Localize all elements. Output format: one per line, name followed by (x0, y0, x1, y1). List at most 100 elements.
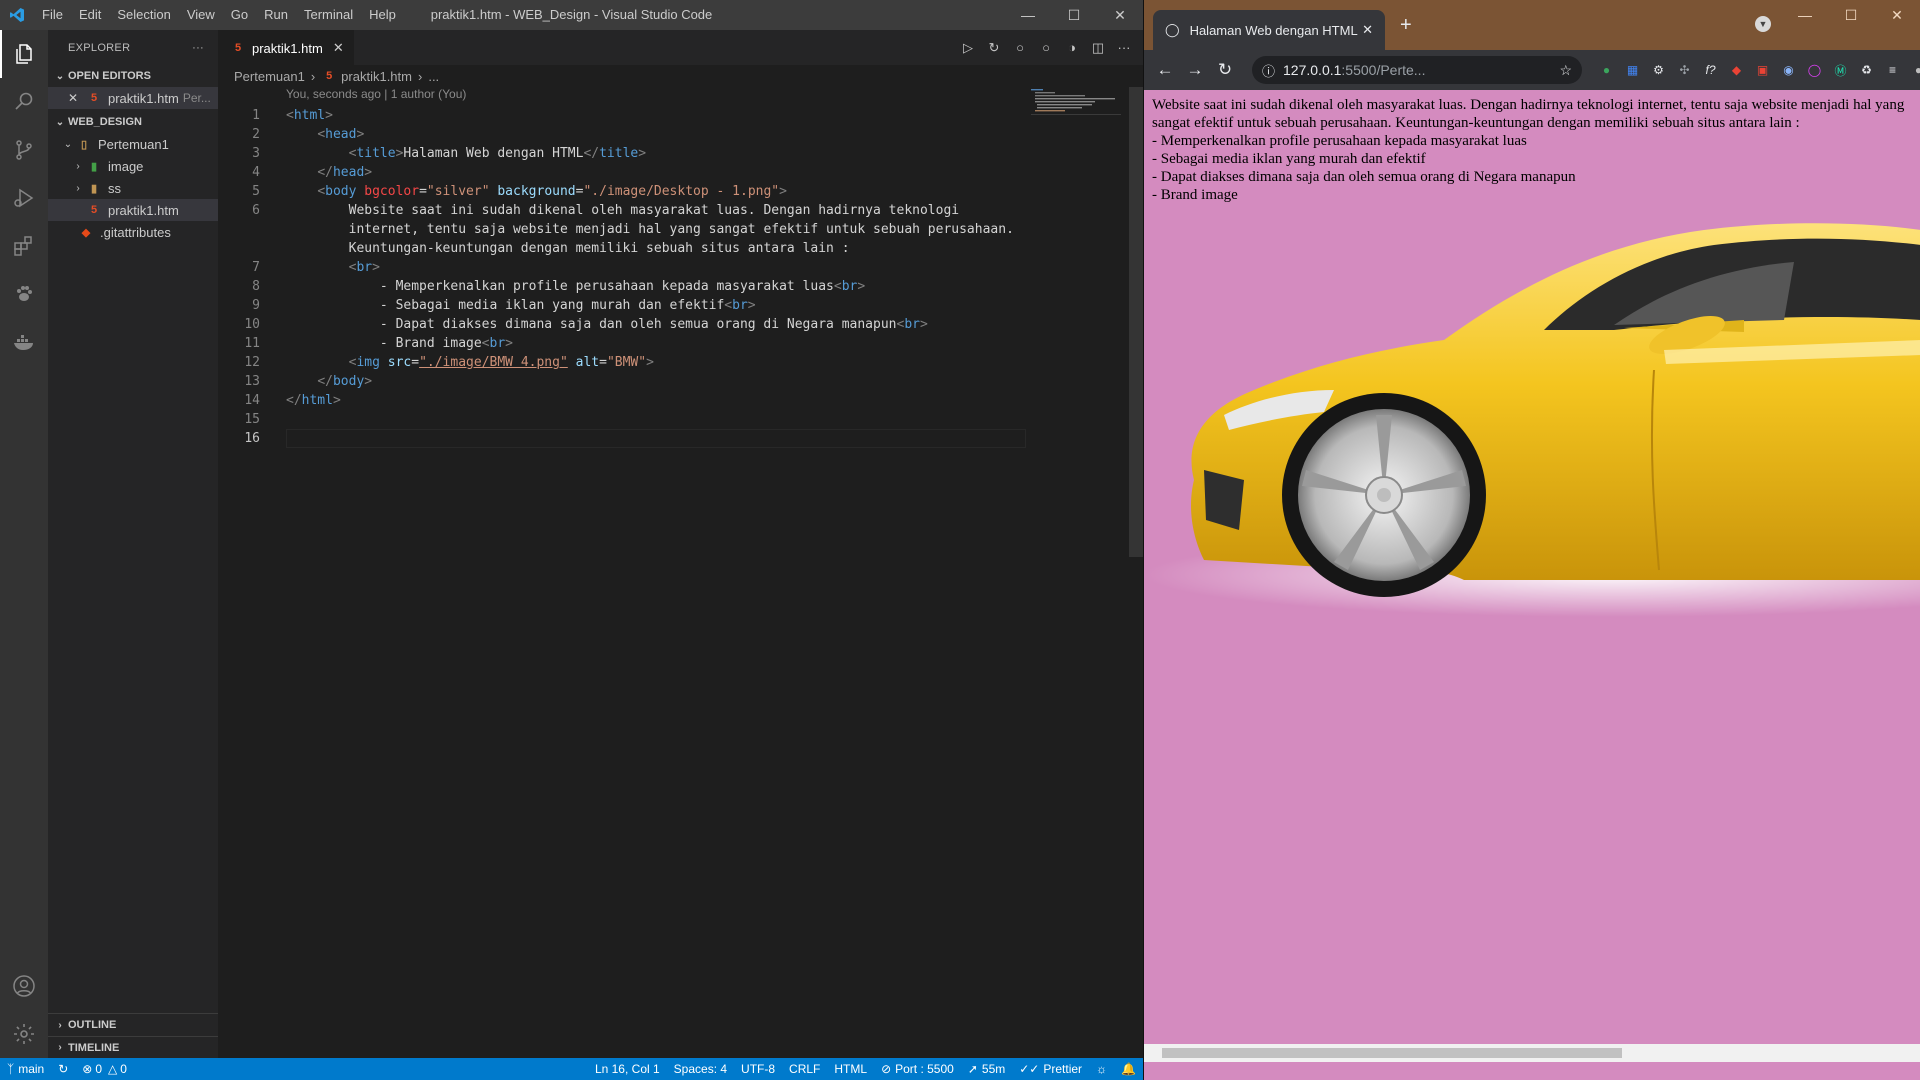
reload-icon[interactable]: ↻ (1210, 60, 1240, 80)
close-editor-icon[interactable]: ✕ (68, 91, 82, 105)
reading-list-icon[interactable]: ≡ (1880, 61, 1905, 79)
run-debug-icon[interactable] (0, 174, 48, 222)
tree-label: praktik1.htm (108, 202, 179, 218)
language-mode[interactable]: HTML (827, 1062, 874, 1076)
breadcrumb-folder[interactable]: Pertemuan1 (234, 69, 305, 84)
extension-edge-icon[interactable]: ● (1594, 61, 1619, 79)
ruler-extension-icon[interactable]: ✣ (1672, 61, 1697, 79)
line-number: 3 (252, 146, 260, 161)
more-actions-icon[interactable]: ··· (192, 42, 204, 54)
code-line: Website saat ini sudah dikenal oleh masy… (348, 203, 960, 218)
sync-icon[interactable]: ↻ (51, 1062, 75, 1076)
close-icon[interactable]: ✕ (1097, 0, 1143, 30)
account-icon[interactable] (0, 962, 48, 1010)
tab-search-icon[interactable]: ▼ (1755, 16, 1771, 32)
extensions-puzzle-icon[interactable]: ♻ (1854, 61, 1879, 79)
open-editor-item[interactable]: ✕ 5 praktik1.htm Per... (48, 87, 218, 109)
tree-file-praktik1[interactable]: 5 praktik1.htm (48, 199, 218, 221)
tab-praktik1[interactable]: 5 praktik1.htm ✕ (218, 30, 354, 65)
live-server-port[interactable]: ⊘ Port : 5500 (874, 1062, 961, 1076)
record-extension-icon[interactable]: ◉ (1776, 61, 1801, 79)
address-bar[interactable]: ⓘ 127.0.0.1:5500/Perte... ☆ (1252, 56, 1582, 84)
color-picker-icon[interactable]: ◆ (1724, 61, 1749, 79)
tree-folder-ss[interactable]: › ▮ ss (48, 177, 218, 199)
menu-go[interactable]: Go (223, 0, 256, 30)
minimize-icon[interactable]: — (1782, 0, 1828, 30)
bookmark-star-icon[interactable]: ☆ (1559, 62, 1572, 79)
maximize-icon[interactable]: ☐ (1051, 0, 1097, 30)
docker-icon[interactable] (0, 318, 48, 366)
close-tab-icon[interactable]: ✕ (1362, 22, 1373, 38)
forward-icon[interactable]: → (1180, 60, 1210, 80)
code-line: <br> (348, 260, 380, 275)
current-line-highlight (286, 429, 1026, 448)
gear-extension-icon[interactable]: ⚙ (1646, 61, 1671, 79)
close-icon[interactable]: ✕ (1874, 0, 1920, 30)
prettier-item[interactable]: ✓✓ Prettier (1012, 1062, 1089, 1076)
browser-tab-strip: ◯ Halaman Web dengan HTML ✕ + ▼ — ☐ ✕ (1144, 0, 1920, 50)
maximize-icon[interactable]: ☐ (1828, 0, 1874, 30)
notifications-icon[interactable]: 🔔 (1114, 1062, 1143, 1076)
more-actions-icon[interactable]: ··· (1111, 40, 1137, 55)
breadcrumb-more[interactable]: ... (428, 69, 439, 84)
minimize-icon[interactable]: — (1005, 0, 1051, 30)
workspace-section[interactable]: ⌄ WEB_DESIGN (48, 111, 218, 133)
tree-folder-image[interactable]: › ▮ image (48, 155, 218, 177)
menu-view[interactable]: View (179, 0, 223, 30)
menu-selection[interactable]: Selection (109, 0, 178, 30)
next-change-icon[interactable]: ○ (1033, 40, 1059, 55)
settings-gear-icon[interactable] (0, 1010, 48, 1058)
feedback-icon[interactable]: ☼ (1089, 1062, 1114, 1076)
chevron-down-icon: ⌄ (55, 116, 65, 128)
tree-folder-pertemuan1[interactable]: ⌄ ▯ Pertemuan1 (48, 133, 218, 155)
function-extension-icon[interactable]: f? (1698, 61, 1723, 79)
menu-help[interactable]: Help (361, 0, 404, 30)
split-editor-icon[interactable]: ◫ (1085, 40, 1111, 56)
menu-terminal[interactable]: Terminal (296, 0, 361, 30)
wakatime-item[interactable]: ➚ 55m (961, 1062, 1012, 1076)
code-line: - Memperkenalkan profile perusahaan kepa… (379, 279, 866, 294)
back-icon[interactable]: ← (1150, 60, 1180, 80)
page-paragraph: Website saat ini sudah dikenal oleh masy… (1152, 97, 1905, 131)
source-control-icon[interactable] (0, 126, 48, 174)
codelens-blame[interactable]: You, seconds ago | 1 author (You) (286, 87, 466, 101)
open-changes-icon[interactable]: ↻ (981, 40, 1007, 56)
problems-item[interactable]: ⊗ 0 △ 0 (75, 1062, 134, 1076)
previous-change-icon[interactable]: ○ (1007, 40, 1033, 55)
menu-file[interactable]: File (34, 0, 71, 30)
minimap[interactable] (1029, 87, 1129, 147)
indentation[interactable]: Spaces: 4 (667, 1062, 734, 1076)
translate-icon[interactable]: ▦ (1620, 61, 1645, 79)
open-editors-section[interactable]: ⌄ OPEN EDITORS (48, 65, 218, 87)
scrollbar-thumb[interactable] (1162, 1048, 1622, 1058)
new-tab-icon[interactable]: + (1400, 14, 1412, 37)
search-icon[interactable] (0, 78, 48, 126)
m-extension-icon[interactable]: Ⓜ (1828, 61, 1853, 79)
breadcrumb-file[interactable]: praktik1.htm (341, 69, 412, 84)
editor-scrollbar[interactable] (1129, 87, 1143, 557)
paw-icon[interactable] (0, 270, 48, 318)
run-icon[interactable]: ▷ (955, 40, 981, 56)
timeline-icon[interactable]: ◑ (1059, 40, 1085, 55)
screenshot-extension-icon[interactable]: ▣ (1750, 61, 1775, 79)
chevron-right-icon: › (76, 182, 80, 194)
cursor-position[interactable]: Ln 16, Col 1 (588, 1062, 667, 1076)
end-of-line[interactable]: CRLF (782, 1062, 827, 1076)
encoding[interactable]: UTF-8 (734, 1062, 782, 1076)
outline-section[interactable]: › OUTLINE (48, 1014, 218, 1036)
branch-item[interactable]: ᛉ main (0, 1062, 51, 1076)
menu-run[interactable]: Run (256, 0, 296, 30)
timeline-section[interactable]: › TIMELINE (48, 1036, 218, 1058)
explorer-icon[interactable] (0, 30, 48, 78)
menu-bar: File Edit Selection View Go Run Terminal… (34, 0, 404, 30)
chevron-down-icon: ⌄ (55, 70, 65, 82)
code-line: internet, tentu saja website menjadi hal… (348, 222, 1014, 237)
menu-edit[interactable]: Edit (71, 0, 109, 30)
close-tab-icon[interactable]: ✕ (333, 40, 344, 56)
profile-avatar[interactable]: ● (1906, 61, 1920, 79)
ring-extension-icon[interactable]: ◯ (1802, 61, 1827, 79)
tree-file-gitattributes[interactable]: ◆ .gitattributes (48, 221, 218, 243)
horizontal-scrollbar[interactable] (1144, 1044, 1920, 1062)
browser-tab[interactable]: ◯ Halaman Web dengan HTML ✕ (1153, 10, 1385, 50)
extensions-icon[interactable] (0, 222, 48, 270)
